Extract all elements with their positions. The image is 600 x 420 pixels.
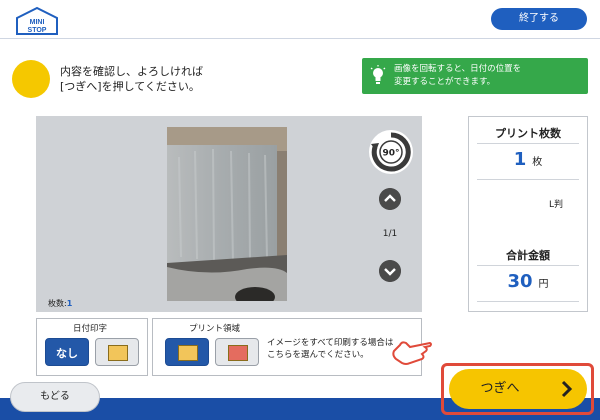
date-print-on-button[interactable] [95, 338, 139, 366]
print-area-fit-button[interactable] [165, 338, 209, 366]
total-number: 30 [507, 271, 533, 292]
rotate-90-button[interactable]: 90° [369, 130, 413, 174]
summary-divider [477, 143, 579, 144]
rotate-label: 90° [382, 149, 399, 159]
summary-divider [477, 301, 579, 302]
total-title: 合計金額 [506, 249, 550, 262]
svg-text:MINI: MINI [30, 19, 45, 26]
print-area-full-button[interactable] [215, 338, 259, 366]
svg-text:STOP: STOP [28, 27, 47, 34]
date-print-title: 日付印字 [73, 324, 108, 334]
order-summary-panel: プリント枚数 1枚 L判 合計金額 30 円 [468, 116, 588, 312]
print-size-label: L判 [548, 200, 563, 210]
next-button[interactable]: つぎへ [449, 369, 587, 409]
summary-divider [477, 179, 579, 180]
print-area-group: プリント領域 イメージをすべて印刷する場合は こちらを選んでください。 [152, 318, 422, 376]
page-up-button[interactable] [379, 188, 401, 210]
header-divider [0, 38, 600, 39]
back-button[interactable]: もどる [10, 382, 100, 412]
photo-preview [167, 127, 287, 301]
crop-image-icon [178, 345, 198, 361]
total-unit: 円 [538, 279, 549, 290]
image-preview-panel: 枚数:1 90° 1/1 [36, 116, 422, 312]
date-none-button[interactable]: なし [45, 338, 89, 366]
date-print-group: 日付印字 なし [36, 318, 148, 376]
print-area-title: プリント領域 [189, 324, 241, 334]
page-indicator: 1/1 [382, 229, 398, 239]
tip-text: 画像を回転すると、日付の位置を 変更することができます。 [394, 64, 522, 87]
date-none-label: なし [56, 347, 78, 360]
date-image-icon [108, 345, 128, 361]
print-count-number: 1 [513, 149, 527, 170]
total-value: 30 円 [469, 271, 587, 292]
sheet-count-text: 枚数: [48, 299, 67, 308]
instruction-text: 内容を確認し、よろしければ [つぎへ]を押してください。 [60, 65, 203, 93]
tip-banner: 画像を回転すると、日付の位置を 変更することができます。 [362, 58, 588, 94]
summary-divider [477, 265, 579, 266]
next-button-label: つぎへ [480, 381, 520, 396]
print-count-unit: 枚 [532, 157, 543, 168]
print-count-title: プリント枚数 [495, 127, 561, 140]
print-options: 日付印字 なし プリント領域 イメージをすべて印刷する場合は こちらを選んでくだ… [36, 318, 422, 376]
lightbulb-icon [370, 65, 386, 84]
full-image-icon [228, 345, 248, 361]
chevron-right-icon [561, 380, 573, 398]
sheet-count-label: 枚数:1 [48, 298, 72, 309]
end-button[interactable]: 終了する [491, 8, 587, 30]
sheet-count-value: 1 [66, 299, 73, 308]
ministop-logo: MINI STOP [16, 6, 58, 35]
step-bullet [12, 60, 50, 98]
print-count-value: 1枚 [469, 149, 587, 170]
pointing-hand-icon [392, 341, 432, 365]
page-down-button[interactable] [379, 260, 401, 282]
